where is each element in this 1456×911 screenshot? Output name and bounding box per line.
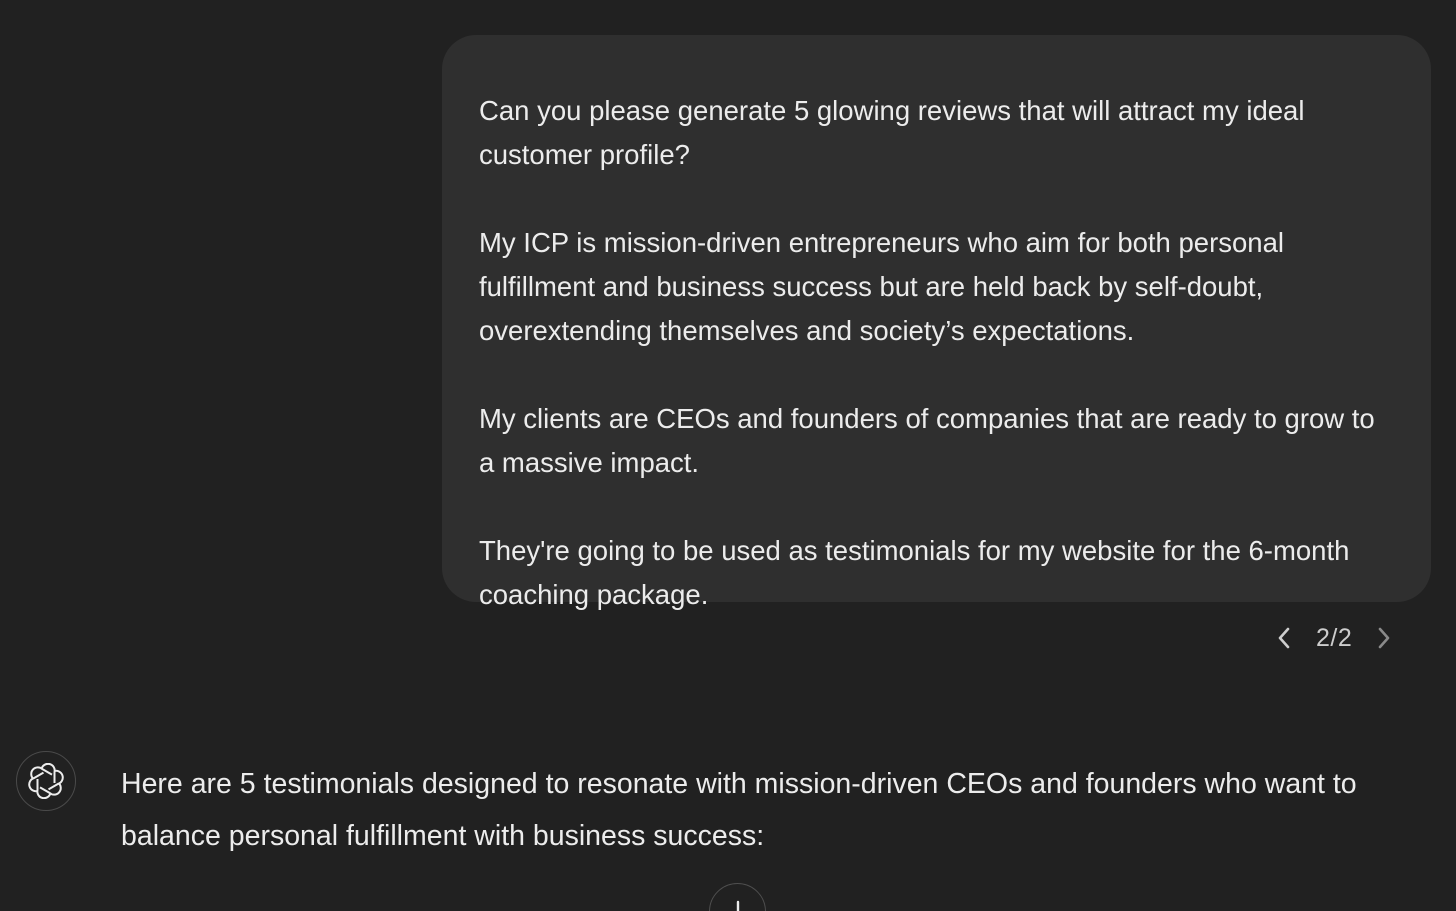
user-message-bubble: Can you please generate 5 glowing review… — [442, 35, 1431, 610]
scroll-to-bottom-button[interactable] — [709, 883, 766, 911]
user-message-paragraph: My ICP is mission-driven entrepreneurs w… — [479, 227, 1284, 346]
chevron-left-icon — [1278, 627, 1290, 649]
chevron-right-icon — [1378, 627, 1390, 649]
assistant-message-text: Here are 5 testimonials designed to reso… — [121, 768, 1357, 852]
version-counter: 2/2 — [1316, 623, 1353, 652]
user-message-paragraph: My clients are CEOs and founders of comp… — [479, 403, 1375, 478]
arrow-down-icon — [736, 900, 739, 911]
openai-logo-icon — [28, 763, 64, 799]
next-version-button[interactable] — [1370, 620, 1398, 656]
chat-view: Can you please generate 5 glowing review… — [0, 0, 1456, 911]
previous-version-button[interactable] — [1270, 620, 1298, 656]
user-message-paragraph: Can you please generate 5 glowing review… — [479, 95, 1305, 170]
user-message-paragraph: They're going to be used as testimonials… — [479, 535, 1350, 610]
assistant-avatar — [16, 751, 76, 811]
response-version-pager: 2/2 — [1270, 618, 1398, 658]
